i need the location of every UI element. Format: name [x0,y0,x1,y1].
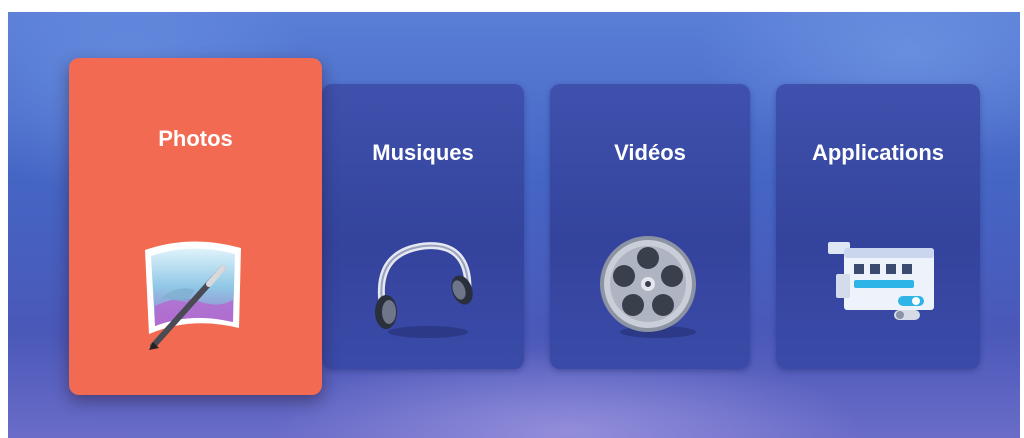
tile-photos-label: Photos [158,126,233,151]
tile-musiques[interactable]: Musiques [322,84,524,369]
film-reel-icon [600,236,696,338]
tile-applications-label: Applications [811,140,944,165]
tile-photos[interactable]: Photos [69,58,322,395]
tile-videos[interactable]: Vidéos [550,84,750,369]
photo-edit-icon [145,241,241,350]
tile-videos-label: Vidéos [614,140,686,165]
tv-home-screen: Photos Musiques Vidéos Applications [8,12,1020,438]
headphones-icon [375,242,473,338]
tile-applications[interactable]: Applications [776,84,980,369]
tile-musiques-label: Musiques [372,140,474,165]
app-windows-icon [828,242,934,320]
